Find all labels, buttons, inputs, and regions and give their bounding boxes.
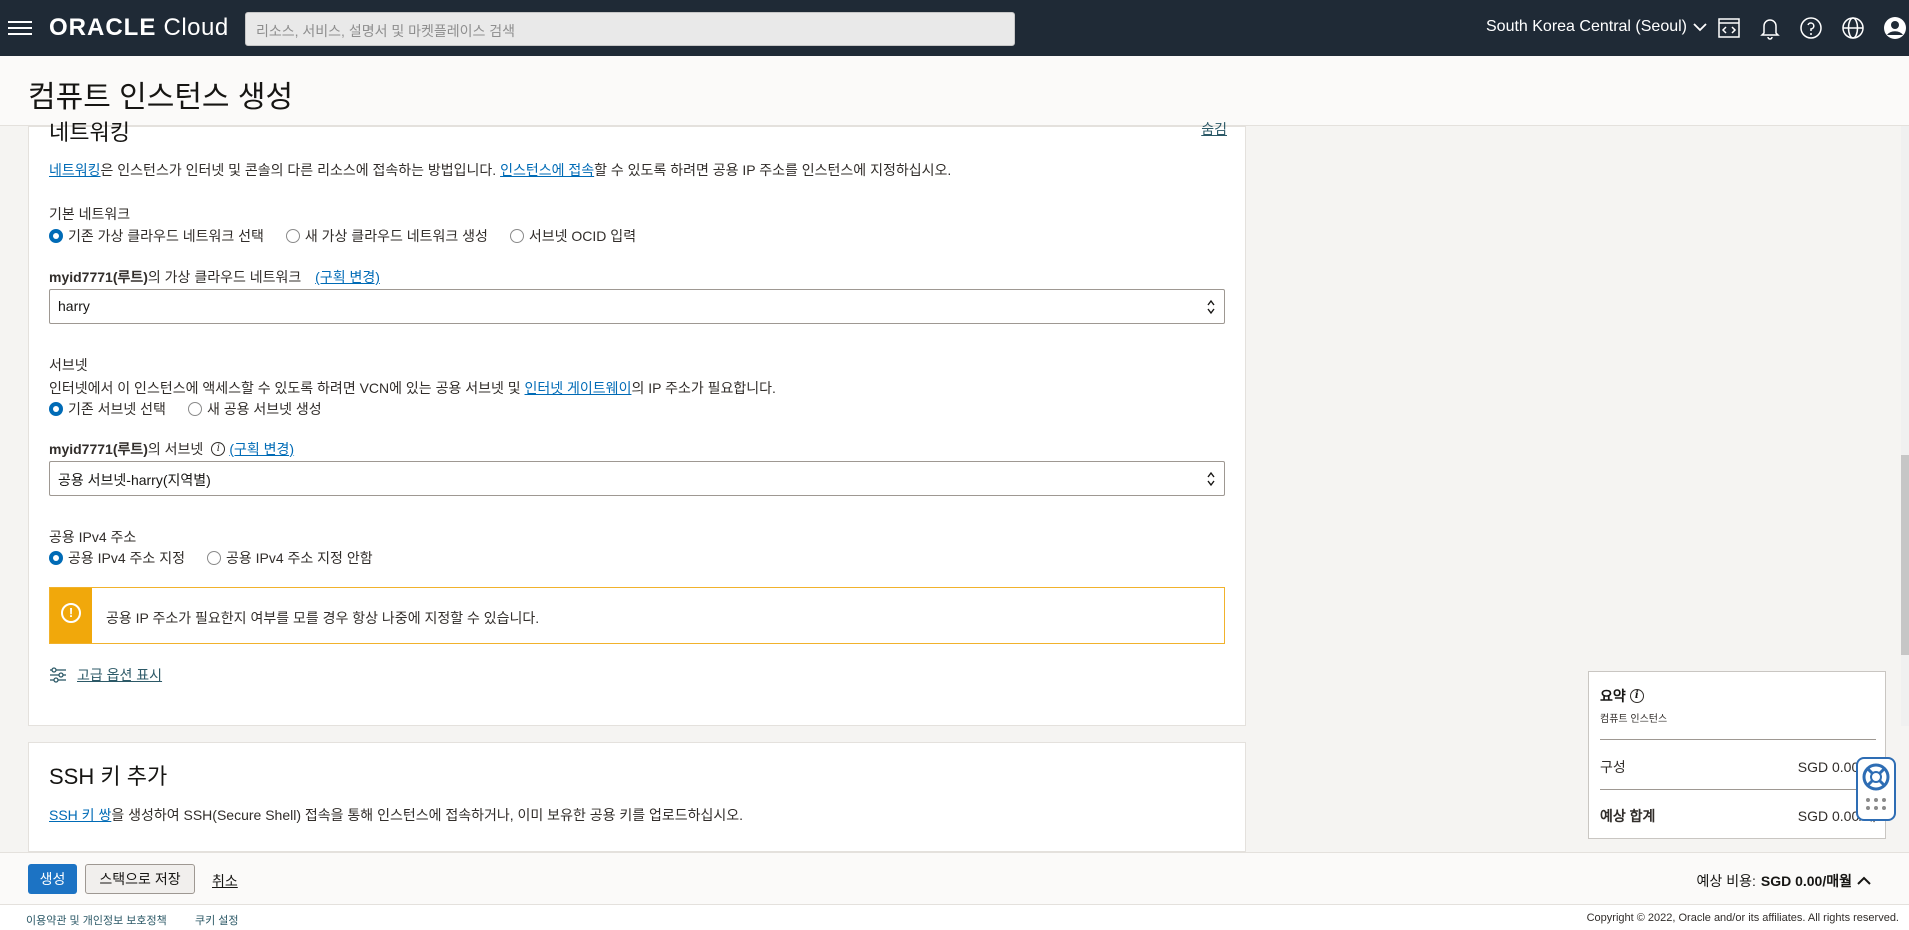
summary-subtitle: 컴퓨트 인스턴스 (1600, 714, 1668, 725)
ssh-keypair-link[interactable]: SSH 키 쌍 (49, 807, 111, 823)
estimated-cost-label: 예상 비용: (1696, 873, 1756, 889)
estimated-cost-value: SGD 0.00/매월 (1760, 873, 1852, 889)
subnet-compartment-label: myid7771(루트) 의 서브넷 i (구획 변경) (49, 439, 295, 459)
code-editor-icon[interactable] (1716, 15, 1742, 41)
lifebuoy-icon (1862, 763, 1890, 810)
warning-text: 공용 IP 주소가 필요한지 여부를 모를 경우 항상 나중에 지정할 수 있습… (106, 610, 540, 626)
networking-description: 네트워킹은 인스턴스가 인터넷 및 콘솔의 다른 리소스에 접속하는 방법입니다… (49, 162, 952, 178)
copyright-text: Copyright © 2022, Oracle and/or its affi… (1586, 912, 1899, 924)
vcn-select[interactable]: harry (49, 289, 1225, 324)
radio-assign-ipv4[interactable]: 공용 IPv4 주소 지정 (49, 548, 185, 568)
primary-network-label: 기본 네트워크 (49, 206, 131, 222)
menu-icon[interactable] (8, 17, 32, 37)
subnet-radio-group: 기존 서브넷 선택 새 공용 서브넷 생성 (49, 399, 344, 419)
chevron-up-icon (1857, 876, 1871, 885)
estimated-cost-toggle[interactable]: 예상 비용: SGD 0.00/매월 (1697, 871, 1871, 891)
create-button[interactable]: 생성 (28, 864, 77, 894)
cookie-settings-link[interactable]: 쿠키 설정 (195, 912, 239, 928)
summary-panel: 요약 i 컴퓨트 인스턴스 구성 SGD 0.00/매 예상 합계 SGD 0.00/… (1588, 671, 1886, 839)
warning-banner: ! 공용 IP 주소가 필요한지 여부를 모를 경우 항상 나중에 지정할 수 … (49, 587, 1225, 644)
warning-icon: ! (61, 603, 81, 623)
info-icon[interactable]: i (211, 442, 226, 456)
divider (1600, 789, 1876, 790)
advanced-options-toggle[interactable]: 고급 옵션 표시 (49, 665, 162, 685)
terms-privacy-link[interactable]: 이용약관 및 개인정보 보호정책 (26, 912, 167, 928)
radio-button[interactable] (187, 402, 202, 416)
globe-icon[interactable] (1840, 15, 1866, 41)
public-ipv4-label: 공용 IPv4 주소 (49, 529, 137, 545)
action-bar: 생성 스택으로 저장 취소 예상 비용: SGD 0.00/매월 (0, 852, 1909, 904)
radio-button[interactable] (206, 551, 221, 565)
radio-existing-subnet[interactable]: 기존 서브넷 선택 (49, 399, 166, 419)
radio-button[interactable] (285, 229, 300, 243)
save-as-stack-button[interactable]: 스택으로 저장 (85, 864, 195, 894)
radio-button[interactable] (49, 402, 63, 416)
networking-link[interactable]: 네트워킹 (49, 162, 101, 178)
radio-new-public-subnet[interactable]: 새 공용 서브넷 생성 (187, 399, 322, 419)
bell-icon[interactable] (1757, 15, 1783, 41)
hide-link[interactable]: 숨김 (1201, 119, 1227, 139)
help-icon[interactable] (1798, 15, 1824, 41)
radio-button[interactable] (49, 229, 63, 243)
internet-gateway-link[interactable]: 인터넷 게이트웨이 (525, 380, 632, 396)
region-selector[interactable]: South Korea Central (Seoul) (1486, 18, 1707, 36)
change-compartment-link-subnet[interactable]: (구획 변경) (229, 439, 294, 459)
divider (1600, 739, 1876, 740)
radio-button[interactable] (509, 229, 524, 243)
user-icon[interactable] (1882, 15, 1908, 41)
radio-existing-vcn[interactable]: 기존 가상 클라우드 네트워크 선택 (49, 226, 264, 246)
cancel-button[interactable]: 취소 (212, 871, 238, 891)
search-input[interactable]: 리소스, 서비스, 설명서 및 마켓플레이스 검색 (245, 12, 1015, 46)
select-caret-icon (1207, 471, 1215, 487)
connect-instance-link[interactable]: 인스턴스에 접속 (500, 162, 594, 178)
summary-row-config: 구성 SGD 0.00/매 (1600, 759, 1876, 775)
footer: 이용약관 및 개인정보 보호정책 쿠키 설정 Copyright © 2022,… (0, 904, 1909, 930)
settings-sliders-icon (50, 667, 66, 683)
select-caret-icon (1207, 299, 1215, 315)
radio-subnet-ocid[interactable]: 서브넷 OCID 입력 (509, 226, 636, 246)
radio-button[interactable] (49, 551, 63, 565)
summary-row-total: 예상 합계 SGD 0.00/매 (1600, 808, 1876, 824)
radio-no-ipv4[interactable]: 공용 IPv4 주소 지정 안함 (206, 548, 373, 568)
radio-new-vcn[interactable]: 새 가상 클라우드 네트워크 생성 (285, 226, 488, 246)
subnet-select[interactable]: 공용 서브넷-harry(지역별) (49, 461, 1225, 496)
help-lifebuoy-button[interactable] (1856, 757, 1896, 821)
ssh-key-section: SSH 키 추가 SSH 키 쌍을 생성하여 SSH(Secure Shell)… (28, 742, 1246, 852)
scrollbar-thumb[interactable] (1901, 455, 1909, 655)
change-compartment-link[interactable]: (구획 변경) (315, 269, 380, 285)
page-title: 컴퓨트 인스턴스 생성 (28, 81, 294, 114)
ipv4-radio-group: 공용 IPv4 주소 지정 공용 IPv4 주소 지정 안함 (49, 548, 395, 568)
region-label: South Korea Central (Seoul) (1486, 18, 1687, 35)
summary-title: 요약 i (1600, 686, 1648, 706)
networking-title: 네트워킹 (49, 120, 130, 145)
ssh-description: SSH 키 쌍을 생성하여 SSH(Secure Shell) 접속을 통해 인… (49, 807, 744, 823)
ssh-title: SSH 키 추가 (49, 764, 168, 789)
subnet-description: 인터넷에서 이 인스턴스에 액세스할 수 있도록 하려면 VCN에 있는 공용 … (49, 380, 776, 396)
networking-section: 네트워킹 숨김 네트워킹은 인스턴스가 인터넷 및 콘솔의 다른 리소스에 접속… (28, 120, 1246, 726)
info-icon[interactable]: i (1629, 689, 1644, 703)
page-header: 컴퓨트 인스턴스 생성 (0, 56, 1909, 126)
primary-network-radio-group: 기존 가상 클라우드 네트워크 선택 새 가상 클라우드 네트워크 생성 서브넷… (49, 226, 658, 246)
advanced-options-link[interactable]: 고급 옵션 표시 (77, 665, 162, 685)
chevron-down-icon (1693, 23, 1707, 32)
oracle-cloud-logo[interactable]: ORACLE Cloud (49, 14, 229, 42)
top-navigation-bar: ORACLE Cloud 리소스, 서비스, 설명서 및 마켓플레이스 검색 S… (0, 0, 1909, 56)
vcn-compartment-label: myid7771(루트)의 가상 클라우드 네트워크 (구획 변경) (49, 269, 380, 285)
subnet-label: 서브넷 (49, 357, 88, 373)
